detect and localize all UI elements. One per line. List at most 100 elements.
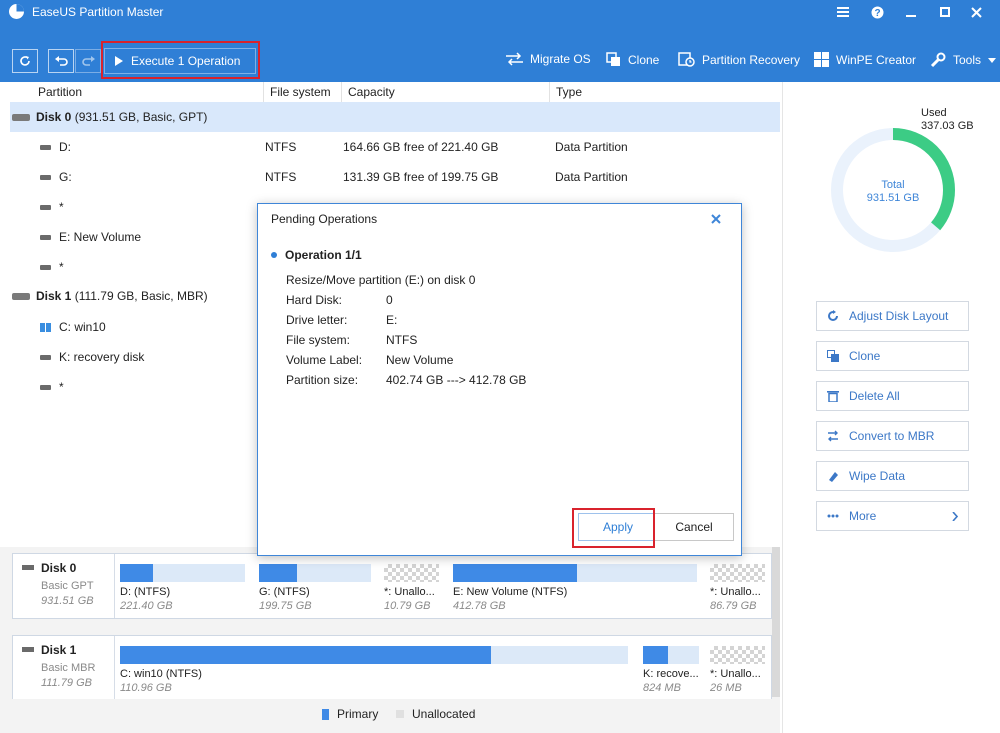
window-title: EaseUS Partition Master bbox=[32, 5, 164, 19]
apply-highlight bbox=[572, 508, 655, 548]
tool-label: Partition Recovery bbox=[702, 52, 801, 67]
field-value: E: bbox=[386, 313, 398, 327]
minimize-icon[interactable] bbox=[897, 2, 925, 22]
tool-tools[interactable]: Tools bbox=[930, 52, 997, 68]
disk-icon bbox=[12, 293, 30, 301]
column-capacity[interactable]: Capacity bbox=[342, 82, 550, 102]
menu-icon[interactable] bbox=[829, 2, 857, 22]
disk-style: Basic GPT bbox=[41, 580, 94, 592]
used-fill bbox=[453, 564, 578, 582]
action-label: Clone bbox=[849, 349, 881, 363]
dialog-close-icon[interactable] bbox=[711, 209, 721, 228]
right-panel: Used 337.03 GB Total 931.51 GB Adjust Di… bbox=[782, 82, 1000, 733]
undo-button[interactable] bbox=[48, 49, 74, 73]
partition-block-unallocated[interactable]: *: Unallo... 26 MB bbox=[710, 646, 765, 694]
convert-to-mbr-button[interactable]: Convert to MBR bbox=[816, 421, 969, 451]
tools-icon bbox=[930, 52, 946, 68]
column-type[interactable]: Type bbox=[550, 82, 780, 102]
disk-icon bbox=[12, 114, 30, 122]
column-file-system[interactable]: File system bbox=[264, 82, 342, 102]
used-fill bbox=[259, 564, 298, 582]
clone-button[interactable]: Clone bbox=[816, 341, 969, 371]
partition-size: 412.78 GB bbox=[453, 600, 506, 612]
delete-all-button[interactable]: Delete All bbox=[816, 381, 969, 411]
tool-migrate-os[interactable]: Migrate OS bbox=[506, 52, 591, 66]
column-partition[interactable]: Partition bbox=[32, 82, 264, 102]
legend-primary-swatch bbox=[322, 708, 329, 720]
partition-size: 824 MB bbox=[643, 682, 681, 694]
convert-icon bbox=[828, 430, 838, 442]
operation-heading: Operation 1/1 bbox=[271, 248, 362, 262]
legend-unallocated-swatch bbox=[396, 710, 404, 718]
cancel-button[interactable]: Cancel bbox=[654, 513, 734, 541]
field-label: Volume Label: bbox=[286, 353, 363, 367]
partition-size: 199.75 GB bbox=[259, 600, 312, 612]
legend-primary: Primary bbox=[322, 707, 378, 721]
adjust-disk-layout-button[interactable]: Adjust Disk Layout bbox=[816, 301, 969, 331]
total-label: Total bbox=[881, 179, 905, 191]
drive-icon bbox=[40, 175, 51, 181]
partition-block-unallocated[interactable]: *: Unallo... 86.79 GB bbox=[710, 564, 765, 612]
partition-block[interactable]: E: New Volume (NTFS) 412.78 GB bbox=[453, 564, 697, 612]
file-system: NTFS bbox=[265, 170, 297, 184]
legend-unallocated: Unallocated bbox=[396, 707, 475, 721]
partition-recovery-icon bbox=[678, 52, 695, 67]
partition-block[interactable]: G: (NTFS) 199.75 GB bbox=[259, 564, 371, 612]
drive-icon bbox=[40, 385, 51, 391]
field-label: Partition size: bbox=[286, 373, 359, 387]
field-value: New Volume bbox=[386, 353, 454, 367]
partition-size: 10.79 GB bbox=[384, 600, 431, 612]
adjust-layout-icon bbox=[828, 310, 838, 321]
legend-primary-label: Primary bbox=[337, 707, 379, 721]
field-label: File system: bbox=[286, 333, 351, 347]
partition-type: Data Partition bbox=[555, 170, 628, 184]
maximize-icon[interactable] bbox=[931, 2, 959, 22]
partition-block-unallocated[interactable]: *: Unallo... 10.79 GB bbox=[384, 564, 439, 612]
disk-map-scrollbar[interactable] bbox=[772, 547, 780, 697]
close-icon[interactable] bbox=[962, 2, 990, 22]
help-icon[interactable]: ? bbox=[863, 2, 891, 22]
wipe-data-button[interactable]: Wipe Data bbox=[816, 461, 969, 491]
redo-icon bbox=[81, 56, 95, 66]
disk-map-disk-0[interactable]: Disk 0 Basic GPT 931.51 GB D: (NTFS) 221… bbox=[12, 553, 772, 619]
action-label: Convert to MBR bbox=[849, 429, 935, 443]
undo-icon bbox=[54, 56, 68, 66]
partition-name: K: recovery disk bbox=[59, 350, 145, 364]
partition-name: C: win10 (NTFS) bbox=[120, 668, 202, 680]
trash-icon bbox=[827, 391, 839, 402]
field-value: 0 bbox=[386, 293, 393, 307]
used-label: Used bbox=[921, 107, 947, 119]
chevron-right-icon bbox=[952, 511, 958, 521]
tool-winpe-creator[interactable]: WinPE Creator bbox=[814, 52, 916, 67]
table-row[interactable]: D: NTFS 164.66 GB free of 221.40 GB Data… bbox=[10, 132, 780, 162]
action-label: More bbox=[849, 509, 877, 523]
partition-block[interactable]: C: win10 (NTFS) 110.96 GB bbox=[120, 646, 628, 694]
operation-heading-label: Operation 1/1 bbox=[285, 248, 362, 262]
drive-icon bbox=[40, 145, 51, 151]
tool-label: Migrate OS bbox=[530, 52, 591, 66]
tool-label: WinPE Creator bbox=[836, 52, 917, 67]
redo-button[interactable] bbox=[75, 49, 101, 73]
disk-detail: (111.79 GB, Basic, MBR) bbox=[71, 289, 208, 303]
partition-size: 110.96 GB bbox=[120, 682, 172, 694]
disk-map-disk-1[interactable]: Disk 1 Basic MBR 111.79 GB C: win10 (NTF… bbox=[12, 635, 772, 699]
legend-unallocated-label: Unallocated bbox=[412, 707, 476, 721]
pending-operations-dialog: Pending Operations Operation 1/1 Resize/… bbox=[257, 203, 742, 556]
action-label: Adjust Disk Layout bbox=[849, 309, 949, 323]
disk-name: Disk 1 bbox=[41, 643, 77, 657]
disk-size: 931.51 GB bbox=[41, 595, 94, 607]
chevron-down-icon bbox=[988, 57, 997, 63]
partition-block[interactable]: K: recove... 824 MB bbox=[643, 646, 699, 694]
tool-partition-recovery[interactable]: Partition Recovery bbox=[678, 52, 800, 67]
total-value: 931.51 GB bbox=[866, 192, 920, 204]
field-value: 402.74 GB ---> 412.78 GB bbox=[386, 373, 527, 387]
partition-name: D: bbox=[59, 140, 71, 154]
used-fill bbox=[643, 646, 669, 664]
partition-block[interactable]: D: (NTFS) 221.40 GB bbox=[120, 564, 245, 612]
table-row[interactable]: G: NTFS 131.39 GB free of 199.75 GB Data… bbox=[10, 162, 780, 192]
partition-name: *: Unallo... bbox=[710, 668, 761, 680]
more-button[interactable]: More bbox=[816, 501, 969, 531]
tool-clone[interactable]: Clone bbox=[606, 52, 659, 67]
table-row-disk-0[interactable]: Disk 0 (931.51 GB, Basic, GPT) bbox=[10, 102, 780, 132]
refresh-button[interactable] bbox=[12, 49, 38, 73]
